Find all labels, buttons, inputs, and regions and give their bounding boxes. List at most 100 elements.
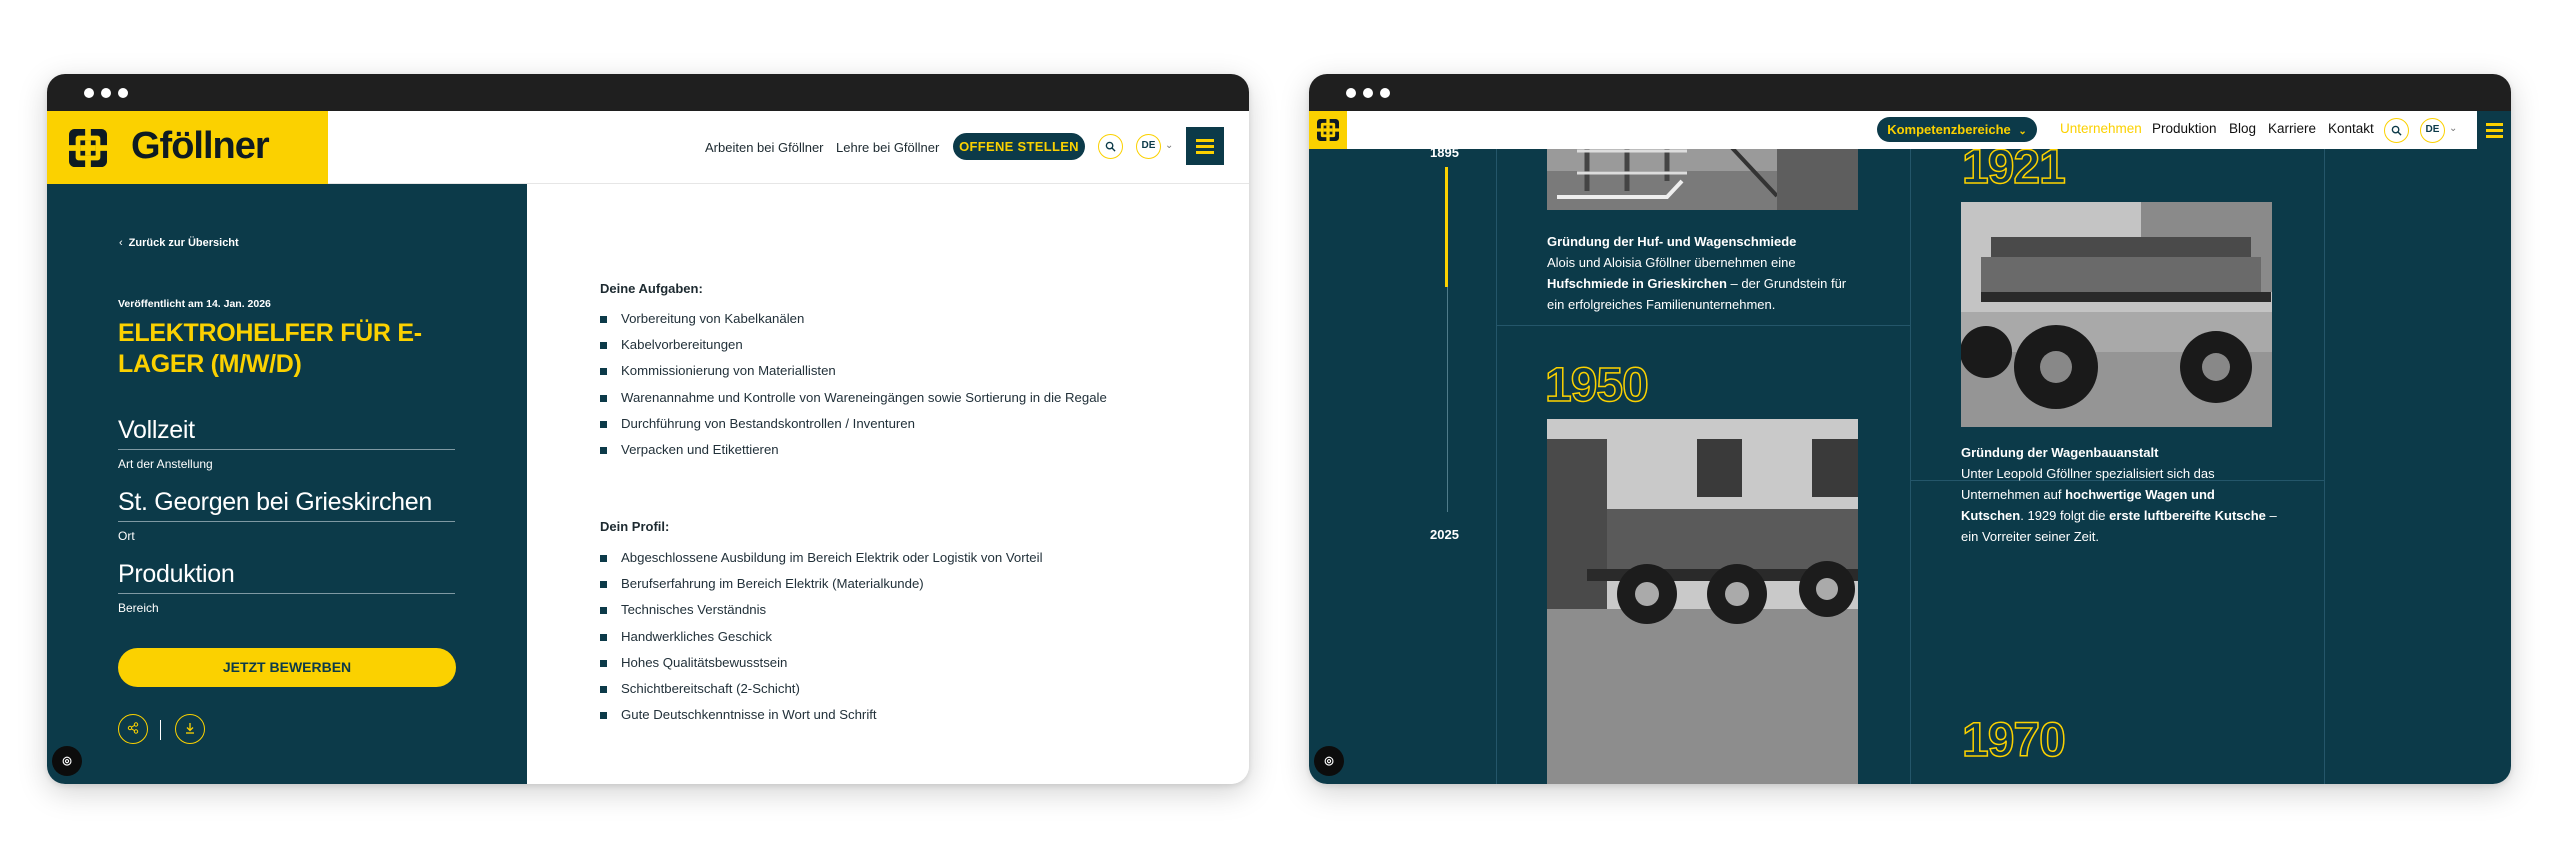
entry-1921-span: Unternehmen auf [1961, 487, 2066, 502]
hamburger-menu-button[interactable] [1186, 127, 1224, 165]
chevron-down-icon: ⌄ [2449, 123, 2458, 134]
entry-1921-span: – [2265, 508, 2277, 523]
share-button[interactable] [118, 714, 148, 744]
divider [1496, 111, 1497, 784]
language-button[interactable]: DE [2420, 118, 2445, 143]
list-item: Kommissionierung von Materiallisten [600, 362, 1107, 388]
entry-1921-bold: erste luftbereifte Kutsche [2109, 508, 2266, 523]
department-label: Bereich [118, 601, 159, 615]
logo[interactable]: Gföllner [47, 111, 328, 184]
logo-mark-icon [69, 129, 107, 167]
entry-1895-title: Gründung der Huf- und Wagenschmiede [1547, 234, 1797, 249]
employment-type-value: Vollzeit [118, 416, 195, 444]
photo-1950 [1547, 419, 1858, 784]
published-date: Veröffentlicht am 14. Jan. 2026 [118, 298, 271, 310]
nav-link-unternehmen[interactable]: Unternehmen [2060, 121, 2142, 136]
nav-link-produktion[interactable]: Produktion [2152, 121, 2217, 136]
entry-1895-line: Alois und Aloisia Gföllner übernehmen ei… [1547, 255, 1796, 270]
back-link[interactable]: ‹ Zurück zur Übersicht [119, 237, 239, 249]
share-icon [127, 722, 139, 734]
hamburger-menu-button[interactable] [2477, 111, 2511, 149]
job-description: Deine Aufgaben: Vorbereitung von Kabelka… [527, 184, 1249, 784]
nav-link-arbeiten[interactable]: Arbeiten bei Gföllner [705, 140, 824, 155]
hamburger-icon [2486, 123, 2503, 126]
window-dot [1346, 88, 1356, 98]
cookie-icon: ◎ [62, 755, 72, 767]
search-button[interactable] [2384, 118, 2409, 143]
employment-type-label: Art der Anstellung [118, 457, 213, 471]
list-item: Durchführung von Bestandskontrollen / In… [600, 415, 1107, 441]
list-item: Technisches Verständnis [600, 601, 1043, 627]
entry-1921-line: ein Vorreiter seiner Zeit. [1961, 529, 2100, 544]
hamburger-icon [1196, 151, 1214, 154]
entry-1895-bold: Hufschmiede in Grieskirchen [1547, 276, 1727, 291]
tasks-heading: Deine Aufgaben: [600, 281, 703, 296]
entry-1921-bold: Kutschen [1961, 508, 2021, 523]
apply-button[interactable]: JETZT BEWERBEN [118, 648, 456, 687]
location-value: St. Georgen bei Grieskirchen [118, 488, 432, 516]
logo[interactable] [1309, 111, 1347, 149]
browser-window-timeline: 1895 2025 Gründung der Huf- und Wagensch… [1309, 74, 2511, 784]
entry-1921-span: . 1929 folgt die [2020, 508, 2110, 523]
window-titlebar [47, 74, 1249, 111]
logo-mark-icon [1317, 119, 1339, 141]
hamburger-icon [1196, 145, 1214, 148]
chevron-left-icon: ‹ [119, 237, 123, 249]
list-item: Hohes Qualitätsbewusstsein [600, 654, 1043, 680]
entry-1921-bold: hochwertige Wagen und [2065, 487, 2215, 502]
divider [1910, 111, 1911, 784]
nav-link-karriere[interactable]: Karriere [2268, 121, 2316, 136]
back-link-label: Zurück zur Übersicht [128, 237, 239, 249]
timeline-end-year: 2025 [1430, 527, 1459, 542]
language-button[interactable]: DE [1136, 134, 1161, 159]
nav-link-blog[interactable]: Blog [2229, 121, 2256, 136]
cookie-icon: ◎ [1324, 755, 1334, 767]
list-item: Vorbereitung von Kabelkanälen [600, 310, 1107, 336]
site-header: Gföllner Arbeiten bei Gföllner Lehre bei… [47, 111, 1249, 184]
profile-heading: Dein Profil: [600, 519, 670, 534]
timeline-section: 1895 2025 Gründung der Huf- und Wagensch… [1309, 111, 2511, 784]
photo-1921 [1961, 202, 2272, 427]
hamburger-icon [1196, 139, 1214, 142]
search-button[interactable] [1098, 134, 1123, 159]
entry-1895-line: ein erfolgreiches Familienunternehmen. [1547, 297, 1776, 312]
list-item: Schichtbereitschaft (2-Schicht) [600, 680, 1043, 706]
job-sidebar: ‹ Zurück zur Übersicht Veröffentlicht am … [47, 184, 527, 784]
window-titlebar [1309, 74, 2511, 111]
tasks-list: Vorbereitung von Kabelkanälen Kabelvorbe… [600, 310, 1107, 467]
entry-1921-text: Unter Leopold Gföllner spezialisiert sic… [1961, 463, 2301, 547]
chevron-down-icon: ⌄ [2018, 126, 2027, 137]
divider [2324, 111, 2325, 784]
site-header: Kompetenzbereiche ⌄ Unternehmen Produkti… [1309, 111, 2477, 149]
divider [118, 593, 455, 594]
hamburger-icon [2486, 129, 2503, 132]
window-dot [101, 88, 111, 98]
job-title: ELEKTROHELFER FÜR E-LAGER (M/W/D) [118, 319, 422, 378]
search-icon [1105, 141, 1116, 152]
cookie-settings-button[interactable]: ◎ [1314, 746, 1344, 776]
kompetenz-label: Kompetenzbereiche [1887, 122, 2011, 137]
kompetenz-dropdown-button[interactable]: Kompetenzbereiche ⌄ [1877, 117, 2037, 142]
divider [118, 521, 455, 522]
entry-1895-rest: – der Grundstein für [1726, 276, 1847, 291]
nav-link-lehre[interactable]: Lehre bei Gföllner [836, 140, 939, 155]
profile-list: Abgeschlossene Ausbildung im Bereich Ele… [600, 549, 1043, 732]
entry-1921-line: Kutschen. 1929 folgt die erste luftberei… [1961, 505, 2301, 526]
entry-1921-title: Gründung der Wagenbauanstalt [1961, 445, 2159, 460]
download-icon [186, 723, 194, 734]
list-item: Berufserfahrung im Bereich Elektrik (Mat… [600, 575, 1043, 601]
window-dot [1380, 88, 1390, 98]
download-button[interactable] [175, 714, 205, 744]
entry-1921-line: Unter Leopold Gföllner spezialisiert sic… [1961, 466, 2215, 481]
list-item: Warenannahme und Kontrolle von Wareneing… [600, 389, 1107, 415]
year-1970: 1970 [1961, 713, 2066, 768]
list-item: Handwerkliches Geschick [600, 628, 1043, 654]
divider [118, 449, 455, 450]
offene-stellen-button[interactable]: OFFENE STELLEN [953, 133, 1085, 160]
entry-1921-line: Unternehmen auf hochwertige Wagen und [1961, 484, 2301, 505]
hamburger-icon [2486, 135, 2503, 138]
cookie-settings-button[interactable]: ◎ [52, 746, 82, 776]
nav-link-kontakt[interactable]: Kontakt [2328, 121, 2374, 136]
location-label: Ort [118, 529, 135, 543]
window-dot [1363, 88, 1373, 98]
